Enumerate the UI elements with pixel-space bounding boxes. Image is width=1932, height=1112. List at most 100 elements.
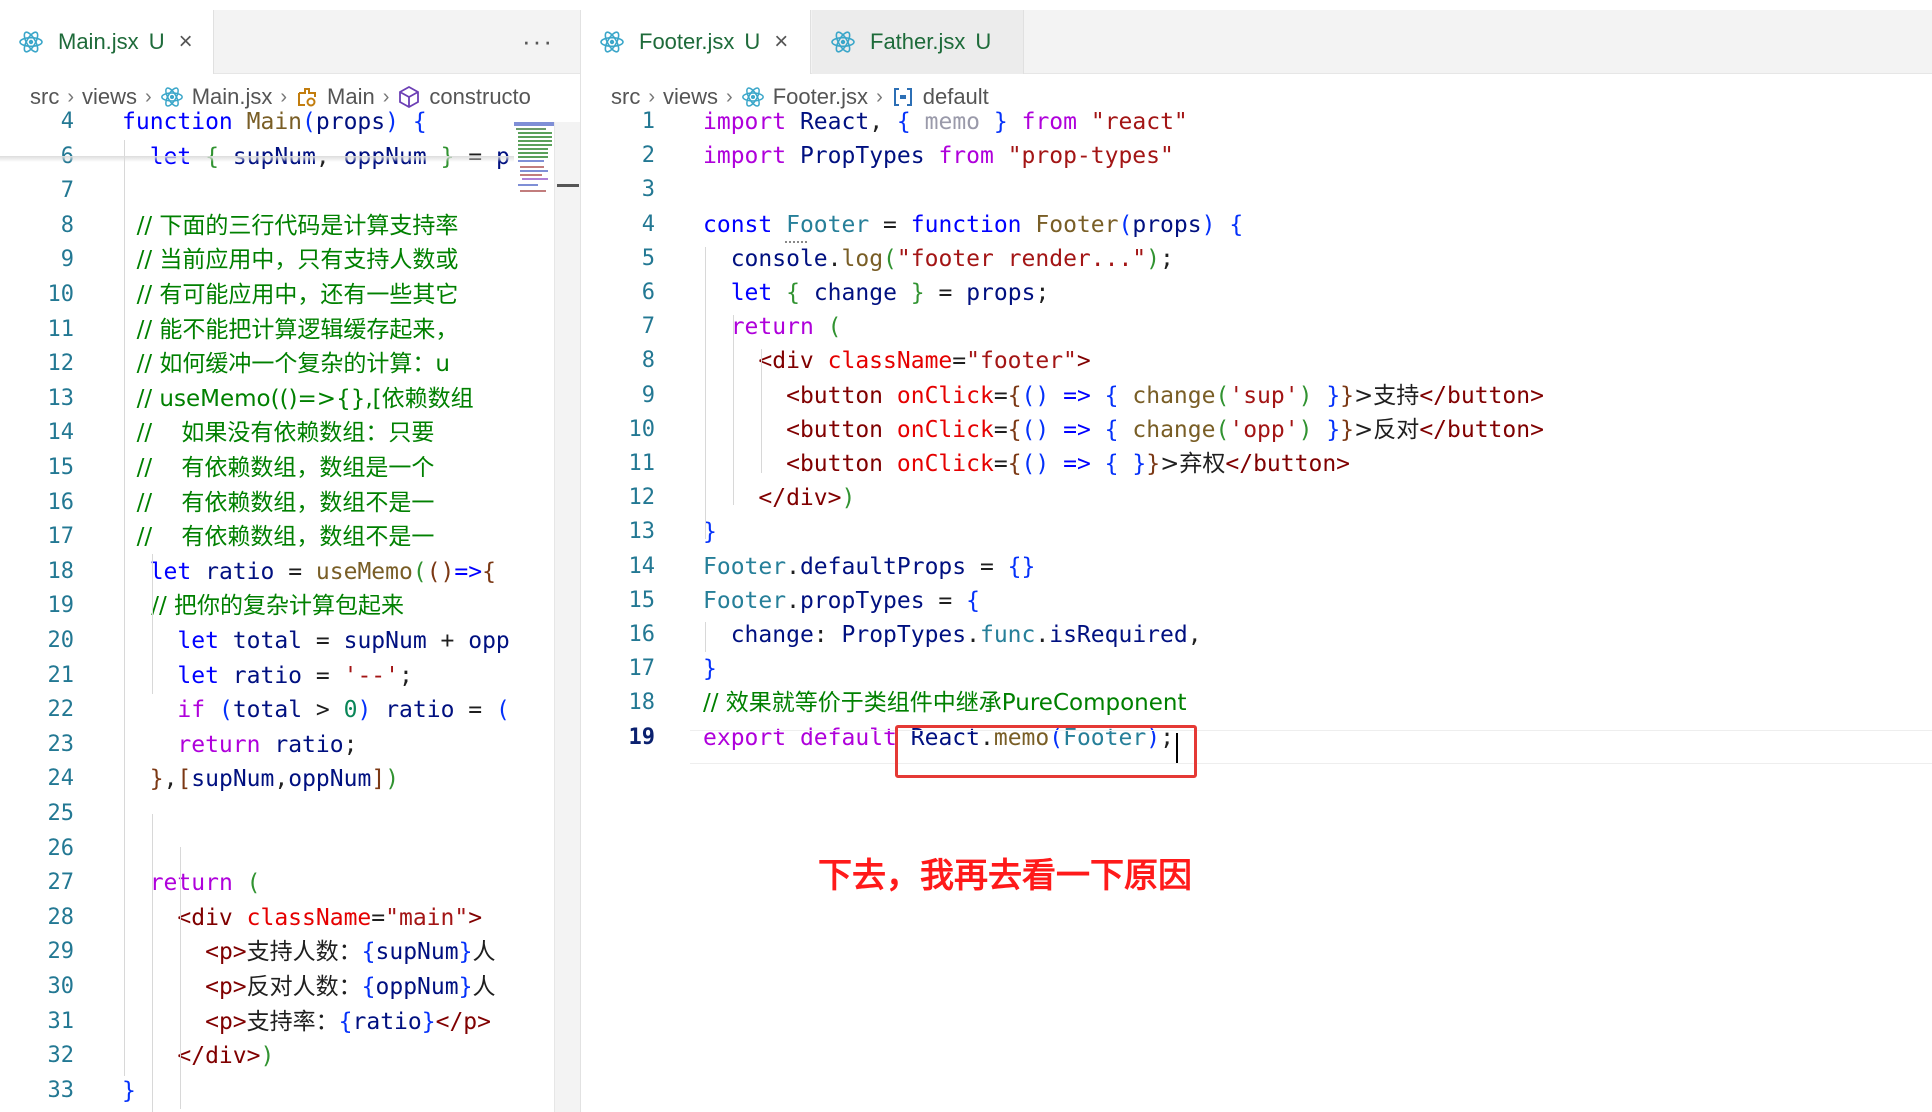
- line-number: 8: [641, 348, 655, 374]
- code-line[interactable]: 15 Footer.propTypes = {: [581, 584, 1932, 618]
- left-code-editor[interactable]: 4function Main(props) {6 let { supNum, o…: [0, 109, 580, 1112]
- code-line[interactable]: 16 change: PropTypes.func.isRequired,: [581, 618, 1932, 652]
- code-token: =>: [1063, 382, 1091, 409]
- code-text: // 把你的复杂计算包起来: [122, 589, 404, 623]
- code-line[interactable]: 14 Footer.defaultProps = {}: [581, 550, 1932, 584]
- code-token: function: [910, 211, 1022, 238]
- code-token: <button: [786, 416, 884, 443]
- code-line[interactable]: 9 <button onClick={() => { change('sup')…: [581, 379, 1932, 413]
- code-token: (: [883, 245, 897, 272]
- tab-father-jsx[interactable]: Father.jsx U: [812, 10, 1024, 74]
- line-number: 11: [628, 451, 656, 476]
- code-token: >: [302, 697, 344, 724]
- line-number: 13: [628, 519, 656, 545]
- code-line[interactable]: 13 // useMemo(()=>{},[依赖数组: [0, 382, 580, 416]
- line-number: 9: [60, 247, 74, 273]
- code-line[interactable]: 3: [581, 173, 1932, 207]
- code-line[interactable]: 4 function Main(props) {: [0, 105, 580, 139]
- code-token: let: [149, 558, 192, 585]
- code-line[interactable]: 28 <div className="main">: [0, 901, 580, 935]
- code-token: ,: [1187, 622, 1202, 648]
- vertical-scrollbar[interactable]: [554, 122, 580, 1112]
- code-line[interactable]: 25: [0, 797, 580, 831]
- minimap[interactable]: [514, 122, 554, 212]
- code-line[interactable]: 32 </div>): [0, 1039, 580, 1073]
- line-number: 1: [641, 109, 655, 134]
- code-line[interactable]: 17 // 有依赖数组，数组不是一: [0, 520, 580, 554]
- code-text: // 如果没有依赖数组：只要: [122, 416, 435, 450]
- code-line[interactable]: 12 </div>): [581, 481, 1932, 515]
- code-line[interactable]: 23 return ratio;: [0, 728, 580, 762]
- code-line[interactable]: 27 return (: [0, 866, 580, 900]
- code-line[interactable]: 19 // 把你的复杂计算包起来: [0, 589, 580, 623]
- code-token: ): [260, 1043, 275, 1070]
- code-line[interactable]: 13}: [581, 515, 1932, 549]
- code-line[interactable]: 18 let ratio = useMemo(()=>{: [0, 555, 580, 589]
- code-line[interactable]: 17}: [581, 652, 1932, 686]
- code-line[interactable]: 7: [0, 174, 580, 208]
- code-line[interactable]: 10 // 有可能应用中，还有一些其它: [0, 278, 580, 312]
- indent-guide: [180, 847, 181, 1109]
- code-line[interactable]: 29 <p>支持人数：{supNum}人: [0, 935, 580, 969]
- code-line[interactable]: 1 import React, { memo } from "react": [581, 105, 1932, 139]
- code-token: 'opp': [1229, 416, 1299, 443]
- code-line[interactable]: 24 },[supNum,oppNum]): [0, 762, 580, 796]
- code-line[interactable]: 31 <p>支持率：{ratio}</p>: [0, 1005, 580, 1039]
- code-text: // 有可能应用中，还有一些其它: [122, 278, 459, 312]
- tab-main-jsx[interactable]: Main.jsx U ×: [0, 10, 214, 74]
- code-line[interactable]: 16 // 有依赖数组，数组不是一: [0, 486, 580, 520]
- code-line[interactable]: 22 if (total > 0) ratio = (: [0, 693, 580, 727]
- close-icon[interactable]: ×: [179, 28, 193, 56]
- code-token: ,: [869, 109, 897, 135]
- code-token: >反对: [1354, 416, 1420, 443]
- code-line[interactable]: 4 const Footer = function Footer(props) {: [581, 208, 1932, 242]
- code-line[interactable]: 21 let ratio = '--';: [0, 659, 580, 693]
- line-number: 18: [47, 558, 75, 584]
- close-icon[interactable]: ×: [774, 28, 788, 56]
- more-actions-icon[interactable]: ···: [522, 26, 554, 57]
- line-number: 21: [47, 662, 75, 688]
- code-token: >支持: [1354, 382, 1420, 409]
- code-line[interactable]: 11 // 能不能把计算逻辑缓存起来，: [0, 313, 580, 347]
- code-line[interactable]: 20 let total = supNum + opp: [0, 624, 580, 658]
- line-number: 25: [47, 801, 75, 826]
- right-code-editor[interactable]: 1 import React, { memo } from "react" 2 imp…: [581, 109, 1932, 1112]
- left-tab-bar: Main.jsx U × ···: [0, 10, 580, 74]
- code-token: =: [302, 628, 344, 654]
- code-line[interactable]: 9 // 当前应用中，只有支持人数或: [0, 243, 580, 277]
- code-line[interactable]: 11 <button onClick={() => { }}>弃权</butto…: [581, 447, 1932, 481]
- tab-title: Main.jsx: [58, 29, 139, 54]
- code-line[interactable]: 26: [0, 832, 580, 866]
- code-line[interactable]: 8 <div className="footer">: [581, 344, 1932, 378]
- code-line[interactable]: 30 <p>反对人数：{oppNum}人: [0, 970, 580, 1004]
- code-line[interactable]: 14 // 如果没有依赖数组：只要: [0, 416, 580, 450]
- code-token: // 有依赖数组，数组不是一: [122, 489, 435, 516]
- tab-footer-jsx[interactable]: Footer.jsx U ×: [581, 10, 811, 74]
- code-line[interactable]: 18 // 效果就等价于类组件中继承PureComponent: [581, 686, 1932, 720]
- code-line[interactable]: 8 // 下面的三行代码是计算支持率: [0, 209, 580, 243]
- hint-squiggle: [785, 240, 807, 243]
- code-line[interactable]: 2 import PropTypes from "prop-types": [581, 139, 1932, 173]
- code-line[interactable]: 6 let { change } = props;: [581, 276, 1932, 310]
- code-line[interactable]: 10 <button onClick={() => { change('opp'…: [581, 413, 1932, 447]
- code-line[interactable]: 15 // 有依赖数组，数组是一个: [0, 451, 580, 485]
- line-number: 24: [47, 766, 75, 792]
- code-line[interactable]: 7 return (: [581, 310, 1932, 344]
- right-editor-group: Footer.jsx U × Father.jsx U src › views …: [580, 10, 1932, 1112]
- line-number: 11: [47, 316, 75, 342]
- code-token: <p>: [205, 939, 247, 966]
- code-line[interactable]: 5 console.log("footer render...");: [581, 242, 1932, 276]
- code-text: let { change } = props;: [703, 276, 1050, 310]
- code-line[interactable]: 12 // 如何缓冲一个复杂的计算：u: [0, 347, 580, 381]
- code-line[interactable]: 33}: [0, 1074, 580, 1108]
- code-token: PropTypes: [799, 143, 925, 170]
